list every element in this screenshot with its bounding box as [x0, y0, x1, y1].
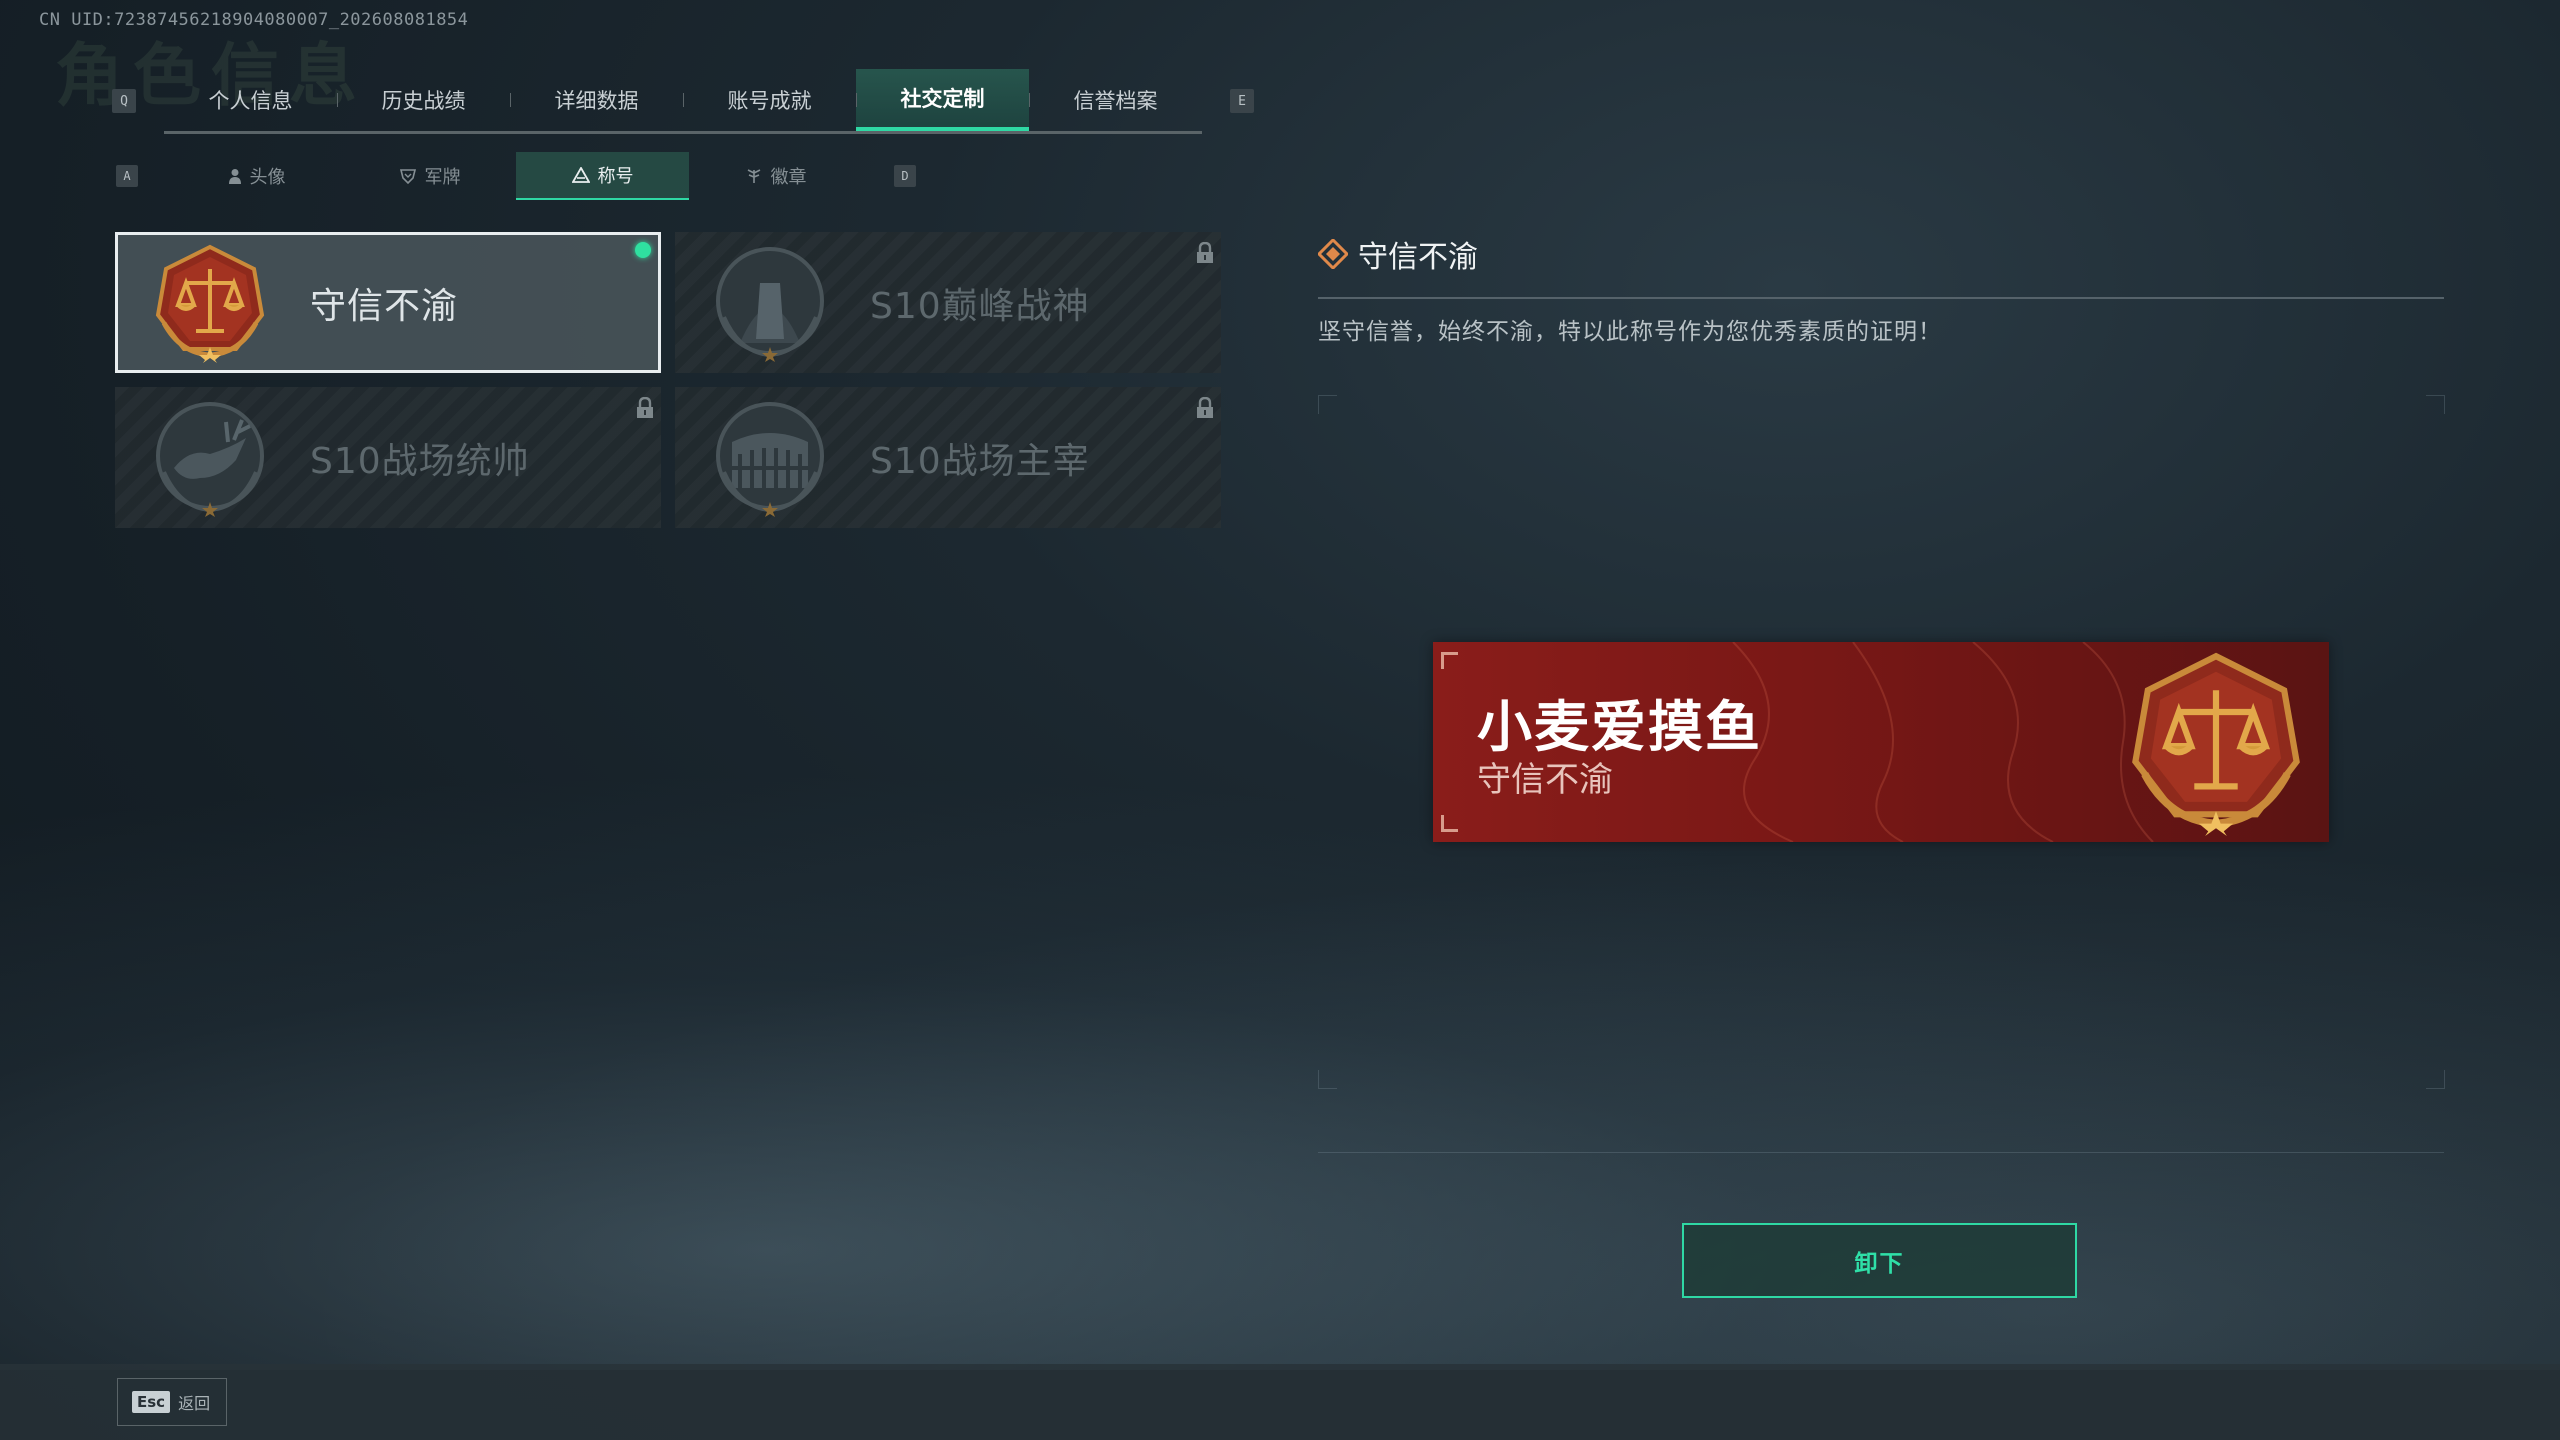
- subtab-label: 徽章: [770, 167, 807, 188]
- diamond-icon: [1318, 239, 1348, 269]
- unequip-button[interactable]: 卸下: [1682, 1223, 2077, 1298]
- subtab-dogtag[interactable]: 军牌: [343, 152, 516, 200]
- detail-header: 守信不渝: [1318, 232, 1478, 276]
- subtab-label: 头像: [249, 167, 286, 188]
- title-card-s10-peak-warrior[interactable]: S10巅峰战神: [675, 232, 1221, 373]
- player-name: 小麦爱摸鱼: [1477, 695, 1763, 759]
- esc-key: Esc: [132, 1391, 171, 1413]
- frame-corner: [1318, 1070, 1337, 1089]
- frame-corner: [2426, 1070, 2445, 1089]
- title-card-s10-commander[interactable]: S10战场统帅: [115, 387, 661, 528]
- detail-description: 坚守信誉，始终不渝，特以此称号作为您优秀素质的证明！: [1318, 319, 1942, 345]
- divider-line: [1318, 1152, 2444, 1153]
- title-card-name: 守信不渝: [310, 285, 459, 327]
- wing-badge-icon: [747, 169, 760, 183]
- title-card-name: S10巅峰战神: [870, 285, 1090, 327]
- next-tab-key[interactable]: E: [1230, 89, 1254, 113]
- back-button[interactable]: Esc 返回: [117, 1378, 227, 1426]
- main-tab-bar: Q 个人信息 历史战绩 详细数据 账号成就 社交定制 信誉档案 E: [112, 68, 1282, 134]
- bottom-bar: [0, 1364, 2560, 1440]
- subtab-badge[interactable]: 徽章: [689, 152, 862, 200]
- subtab-label: 称号: [597, 166, 634, 187]
- frame-corner: [1318, 395, 1337, 414]
- title-banner-preview: 小麦爱摸鱼 守信不渝: [1433, 642, 2329, 842]
- frame-corner: [2426, 395, 2445, 414]
- banner-corner: [1441, 652, 1458, 669]
- sub-tab-bar: A 头像 军牌 称号 徽章 D: [116, 152, 948, 200]
- back-label: 返回: [178, 1394, 211, 1413]
- subtab-label: 军牌: [424, 167, 461, 188]
- tab-social-customization[interactable]: 社交定制: [856, 68, 1029, 131]
- title-card-s10-dominator[interactable]: S10战场主宰: [675, 387, 1221, 528]
- title-card-name: S10战场统帅: [310, 440, 530, 482]
- lock-icon: [637, 397, 653, 418]
- colosseum-emblem-icon: [716, 401, 824, 517]
- banner-title: 守信不渝: [1477, 760, 1613, 800]
- scales-emblem-icon: [155, 244, 265, 363]
- tab-detailed-data[interactable]: 详细数据: [510, 69, 683, 131]
- banner-corner: [1441, 815, 1458, 832]
- tab-match-history[interactable]: 历史战绩: [337, 69, 510, 131]
- tab-personal-info[interactable]: 个人信息: [164, 69, 337, 131]
- lock-icon: [1197, 242, 1213, 263]
- person-icon: [228, 169, 241, 184]
- prev-subtab-key[interactable]: A: [116, 165, 138, 187]
- subtab-avatar[interactable]: 头像: [170, 152, 343, 200]
- title-card-name: S10战场主宰: [870, 440, 1090, 482]
- subtab-title[interactable]: 称号: [516, 152, 689, 200]
- lock-icon: [1197, 397, 1213, 418]
- title-card-shouxinbuyu[interactable]: 守信不渝: [115, 232, 661, 373]
- background-fog: [0, 770, 2560, 1370]
- tab-reputation[interactable]: 信誉档案: [1029, 69, 1202, 131]
- deer-emblem-icon: [156, 401, 264, 517]
- equipped-indicator: [635, 242, 651, 258]
- prev-tab-key[interactable]: Q: [112, 89, 136, 113]
- shield-badge-icon: [399, 169, 416, 184]
- detail-title-text: 守信不渝: [1358, 240, 1478, 275]
- scales-emblem-icon: [2132, 652, 2300, 836]
- monument-emblem-icon: [716, 246, 824, 362]
- next-subtab-key[interactable]: D: [894, 165, 916, 187]
- title-grid: 守信不渝 S10巅峰战神 S10战场统帅 S10战场主宰: [115, 232, 1221, 528]
- triangle-title-icon: [571, 167, 590, 183]
- detail-divider: [1318, 297, 2444, 299]
- tab-achievements[interactable]: 账号成就: [683, 69, 856, 131]
